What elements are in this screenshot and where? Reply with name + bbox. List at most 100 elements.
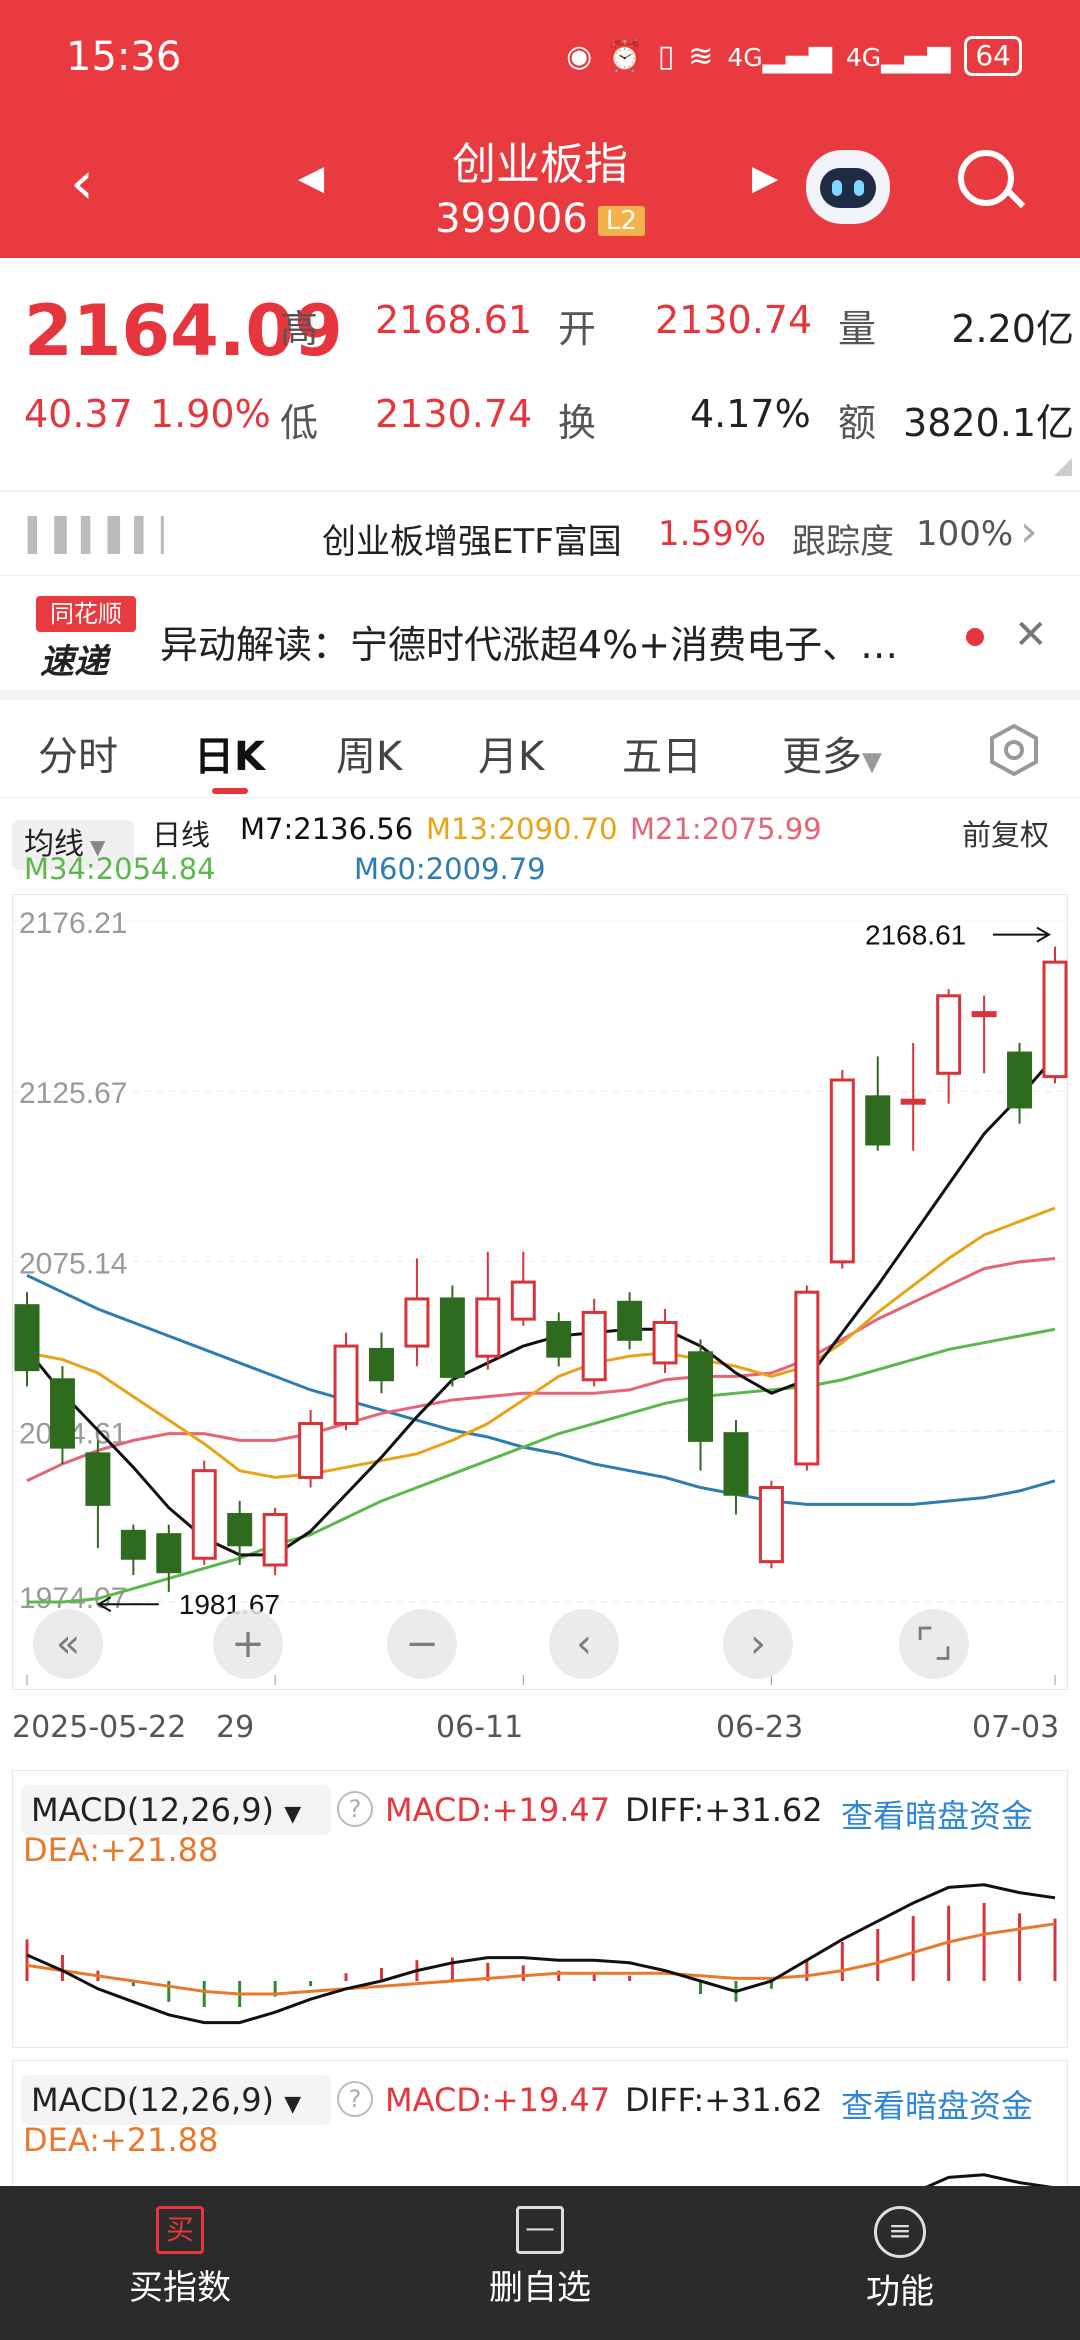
tab-monthly-k[interactable]: 月K [478,724,544,782]
candle-up [333,1344,359,1426]
tab-daily-k[interactable]: 日K [194,724,265,782]
chevron-right-icon[interactable]: › [1020,506,1038,557]
high-marker-label: 2168.61 [865,920,966,951]
active-tab-indicator [212,788,248,794]
y-tick-label: 2075.14 [19,1247,127,1280]
open-label: 开 [558,307,597,351]
kline-chart[interactable]: 2176.212125.672075.142024.611974.072168.… [13,895,1069,1691]
candle-down [617,1300,643,1341]
m21-line [26,1257,1056,1483]
menu-circle-icon: ≡ [874,2206,926,2258]
candle-up [652,1320,678,1365]
candle-up [829,1078,855,1264]
candle-down [546,1320,572,1358]
candle-up [900,1098,926,1105]
y-tick-label: 2176.21 [19,907,127,940]
candle-up [936,994,962,1075]
tab-timeshare[interactable]: 分时 [38,724,118,782]
help-icon[interactable]: ? [337,2081,373,2117]
fullscreen-button[interactable]: ⌜⌟ [899,1609,969,1679]
candle-up [581,1310,607,1382]
macd-indicator-selector[interactable]: MACD(12,26,9) ▼ [21,2075,331,2125]
volume-label: 量 [838,307,877,351]
kline-kind: 日线 [152,818,211,852]
search-icon[interactable] [956,148,1026,214]
open-value: 2130.74 [655,298,813,342]
remove-watchlist-button[interactable]: — 删自选 [420,2206,660,2309]
diff-line [26,1883,1056,2025]
header-bar: 15:36 ◉ ⏰ ▯ ≋ 4G▂▄▆ 4G▂▄▆ 64 ‹ ◀ 创业板指 39… [0,0,1080,258]
x-tick-0623: 06-23 [716,1710,804,1745]
macd-panel[interactable]: MACD(12,26,9) ▼ ? MACD:+19.47 DIFF:+31.6… [12,1770,1068,2048]
high-label: 高 [280,307,319,351]
candle-down [865,1095,891,1146]
candle-up [298,1422,324,1479]
candle-down [688,1351,714,1442]
adjust-mode[interactable]: 前复权 [962,812,1049,854]
m7-line [25,1055,1057,1557]
dark-pool-link[interactable]: 查看暗盘资金 [841,1791,1033,1837]
settings-hex-icon[interactable] [986,722,1042,778]
y-tick-label: 2125.67 [19,1077,127,1110]
candle-up [1042,960,1068,1079]
kline-chart-panel[interactable]: 2176.212125.672075.142024.611974.072168.… [12,894,1069,1691]
candle-up [262,1512,288,1567]
period-tabs: 分时 日K 周K 月K 五日 更多▼ [0,700,1080,798]
buy-index-button[interactable]: 买 买指数 [60,2206,300,2309]
zoom-out-button[interactable]: − [387,1609,457,1679]
candle-down [227,1512,253,1547]
price-change-pct: 1.90% [150,392,271,436]
diff-value: DIFF:+31.62 [625,2081,823,2119]
status-time: 15:36 [66,34,182,80]
low-value: 2130.74 [375,392,533,436]
dropdown-icon: ▼ [284,2092,302,2117]
bottom-action-bar: 买 买指数 — 删自选 ≡ 功能 [0,2186,1080,2340]
close-icon[interactable]: ✕ [1014,612,1048,658]
x-tick-0703: 07-03 [972,1710,1060,1745]
candle-down [439,1297,465,1378]
ma60-label: M60:2009.79 [354,852,546,886]
scroll-right-button[interactable]: › [723,1609,793,1679]
divider [0,490,1080,492]
robot-assistant-icon[interactable] [806,150,890,224]
scroll-left-button[interactable]: ‹ [549,1609,619,1679]
turnover-label: 换 [558,401,597,445]
news-logo: 同花顺 速递 [36,596,136,682]
scroll-left-fast-button[interactable]: « [33,1609,103,1679]
amount-value: 3820.1亿 [903,401,1074,445]
macd-panel-2[interactable]: MACD(12,26,9) ▼ ? MACD:+19.47 DIFF:+31.6… [12,2060,1068,2200]
ma13-label: M13:2090.70 [426,812,618,846]
dark-pool-link[interactable]: 查看暗盘资金 [841,2081,1033,2127]
stock-code: 399006 L2 [0,196,1080,242]
macd-indicator-selector[interactable]: MACD(12,26,9) ▼ [21,1785,331,1835]
dropdown-icon: ▼ [284,1802,302,1827]
vibrate-icon: ▯ [657,38,675,74]
tab-weekly-k[interactable]: 周K [336,724,402,782]
etf-name[interactable]: 创业板增强ETF富国 [322,514,622,563]
tab-more[interactable]: 更多▼ [782,724,882,782]
next-stock-icon[interactable]: ▶ [752,158,778,198]
price-change: 40.37 [24,392,133,436]
etf-change: 1.59% [658,514,767,554]
amount-label: 额 [838,401,877,445]
candle-down [1007,1051,1033,1109]
help-icon[interactable]: ? [337,1791,373,1827]
tab-five-day[interactable]: 五日 [622,724,702,782]
section-gap [0,690,1080,700]
low-label: 低 [280,401,319,445]
candle-down [14,1304,40,1372]
high-value: 2168.61 [375,298,533,342]
diff-value: DIFF:+31.62 [625,1791,823,1829]
battery-indicator: 64 [964,36,1022,76]
function-button[interactable]: ≡ 功能 [780,2206,1020,2313]
candle-up [510,1280,536,1321]
expand-corner-icon[interactable] [1054,458,1072,476]
candle-down [49,1378,75,1449]
alarm-icon: ⏰ [606,38,644,74]
zoom-in-button[interactable]: + [213,1609,283,1679]
candle-down [156,1533,182,1574]
x-tick-29: 29 [216,1710,255,1745]
ma7-label: M7:2136.56 [240,812,414,846]
news-text[interactable]: 异动解读：宁德时代涨超4%+消费电子、… [160,614,960,669]
candle-up [758,1486,784,1564]
